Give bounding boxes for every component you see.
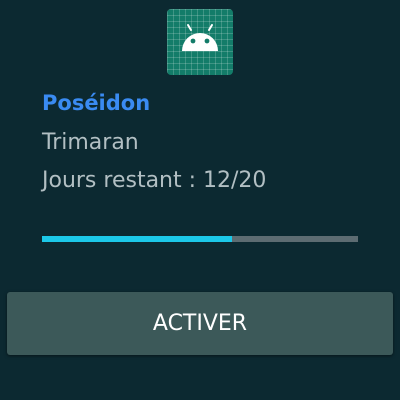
progress-fill [42, 236, 232, 242]
progress-bar [42, 236, 358, 242]
android-icon [182, 24, 218, 51]
item-subtitle: Trimaran [42, 130, 139, 155]
days-remaining: Jours restant : 12/20 [42, 168, 267, 193]
app-icon [167, 9, 233, 75]
item-title: Poséidon [42, 91, 151, 115]
activate-button[interactable]: ACTIVER [7, 292, 393, 355]
